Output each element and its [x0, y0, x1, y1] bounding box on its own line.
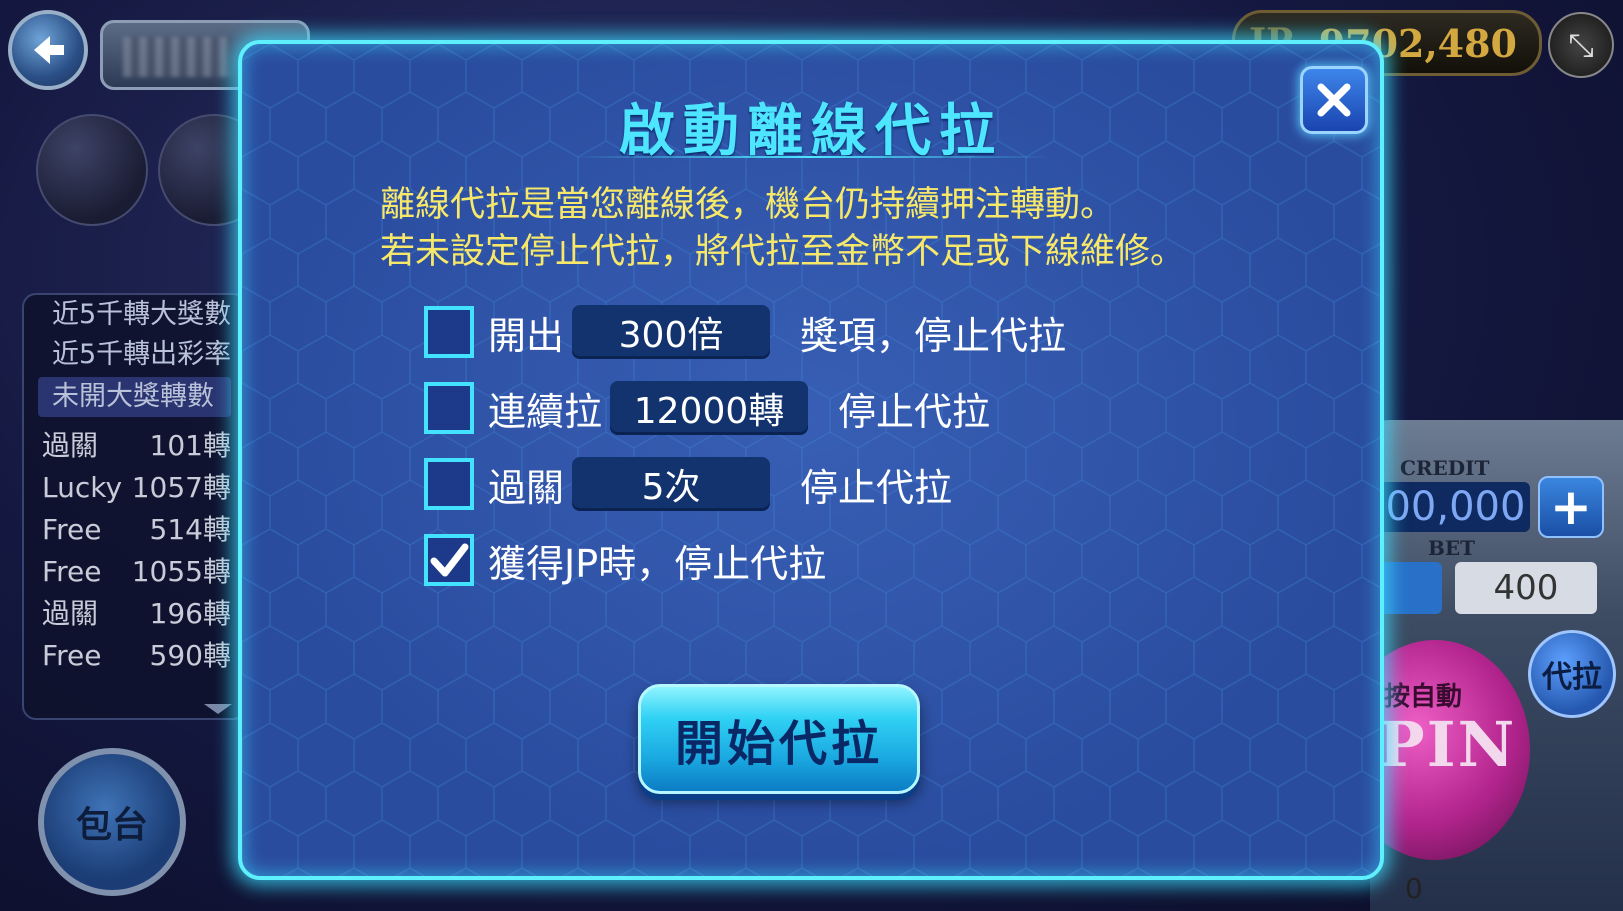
option-level-clear: 過關 5次 停止代拉 [424, 457, 953, 511]
option-suffix: 獎項，停止代拉 [800, 313, 1067, 358]
title-divider [572, 156, 1050, 158]
option-win-multiplier: 開出 300倍 獎項，停止代拉 [424, 305, 1067, 359]
scroll-down-icon[interactable] [204, 704, 232, 714]
add-credit-button[interactable]: + [1538, 476, 1604, 538]
stats-row: Lucky 1057轉 [24, 467, 245, 509]
close-button[interactable] [1300, 66, 1368, 134]
stats-row: 過關 196轉 [24, 593, 245, 635]
stats-row-name: Free [42, 513, 102, 546]
close-icon [1317, 83, 1351, 117]
stats-row-name: 過關 [42, 597, 99, 630]
option-suffix: 停止代拉 [838, 389, 991, 434]
option-consecutive-spins: 連續拉 12000轉 停止代拉 [424, 381, 991, 435]
stats-row-value: 1055轉 [131, 555, 231, 588]
stats-row-value: 514轉 [149, 513, 231, 546]
offline-auto-play-dialog: 啟動離線代拉 離線代拉是當您離線後，機台仍持續押注轉動。 若未設定停止代拉，將代… [238, 40, 1384, 880]
bet-value[interactable]: 400 [1455, 562, 1597, 614]
level-clear-checkbox[interactable] [424, 458, 474, 510]
checkmark-icon [430, 543, 469, 577]
blurred-player-name [123, 37, 233, 77]
bet-label: BET [1428, 536, 1476, 560]
option-label: 連續拉 [488, 389, 603, 434]
start-auto-play-button[interactable]: 開始代拉 [638, 684, 920, 794]
stats-row: Free 514轉 [24, 509, 245, 551]
option-label: 過關 [488, 465, 565, 510]
description-line-2: 若未設定停止代拉，將代拉至金幣不足或下線維修。 [380, 232, 1186, 272]
stats-row: Free 1055轉 [24, 551, 245, 593]
credit-value: 000,000 [1360, 482, 1530, 532]
back-arrow-icon [34, 36, 64, 64]
orb-slot-1 [36, 114, 148, 226]
stats-row: Free 590轉 [24, 635, 245, 677]
spin-label: PIN [1378, 708, 1517, 781]
dialog-description: 離線代拉是當您離線後，機台仍持續押注轉動。 若未設定停止代拉，將代拉至金幣不足或… [380, 182, 1340, 276]
description-line-1: 離線代拉是當您離線後，機台仍持續押注轉動。 [380, 185, 1116, 225]
resize-icon: ⤡ [1568, 25, 1594, 64]
option-label: 獲得JP時，停止代拉 [488, 541, 827, 586]
auto-play-button[interactable]: 代拉 [1528, 630, 1616, 718]
stats-row-value: 101轉 [149, 429, 231, 462]
jackpot-checkbox[interactable] [424, 534, 474, 586]
stats-header: 近5千轉大獎數 [52, 299, 232, 330]
level-count-field[interactable]: 5次 [572, 457, 771, 511]
stats-row-value: 590轉 [149, 639, 231, 672]
win-multiplier-checkbox[interactable] [424, 306, 474, 358]
consecutive-spins-checkbox[interactable] [424, 382, 474, 434]
back-button[interactable] [8, 10, 88, 90]
stats-header: 近5千轉出彩率 [52, 339, 232, 370]
resize-button[interactable]: ⤡ [1548, 12, 1614, 78]
stats-row-name: 過關 [42, 429, 99, 462]
option-label: 開出 [488, 313, 565, 358]
credit-label: CREDIT [1400, 456, 1490, 480]
plus-icon: + [1550, 478, 1592, 536]
stats-row-name: Free [42, 639, 102, 672]
stats-row-value: 196轉 [149, 597, 231, 630]
spin-count-field[interactable]: 12000轉 [610, 381, 809, 435]
package-button[interactable]: 包台 [38, 748, 186, 896]
stats-row-value: 1057轉 [131, 471, 231, 504]
stats-row-name: Lucky [42, 471, 123, 504]
stats-row: 過關 101轉 [24, 425, 245, 467]
multiplier-field[interactable]: 300倍 [572, 305, 771, 359]
bottom-counter: 0 [1405, 872, 1423, 905]
stats-panel: 近5千轉大獎數 近5千轉出彩率 未開大獎轉數 過關 101轉 Lucky 105… [22, 293, 247, 720]
dialog-title: 啟動離線代拉 [619, 99, 1003, 164]
stats-header-selected[interactable]: 未開大獎轉數 [38, 377, 231, 417]
option-jackpot: 獲得JP時，停止代拉 [424, 534, 826, 586]
stats-row-name: Free [42, 555, 102, 588]
option-suffix: 停止代拉 [800, 465, 953, 510]
